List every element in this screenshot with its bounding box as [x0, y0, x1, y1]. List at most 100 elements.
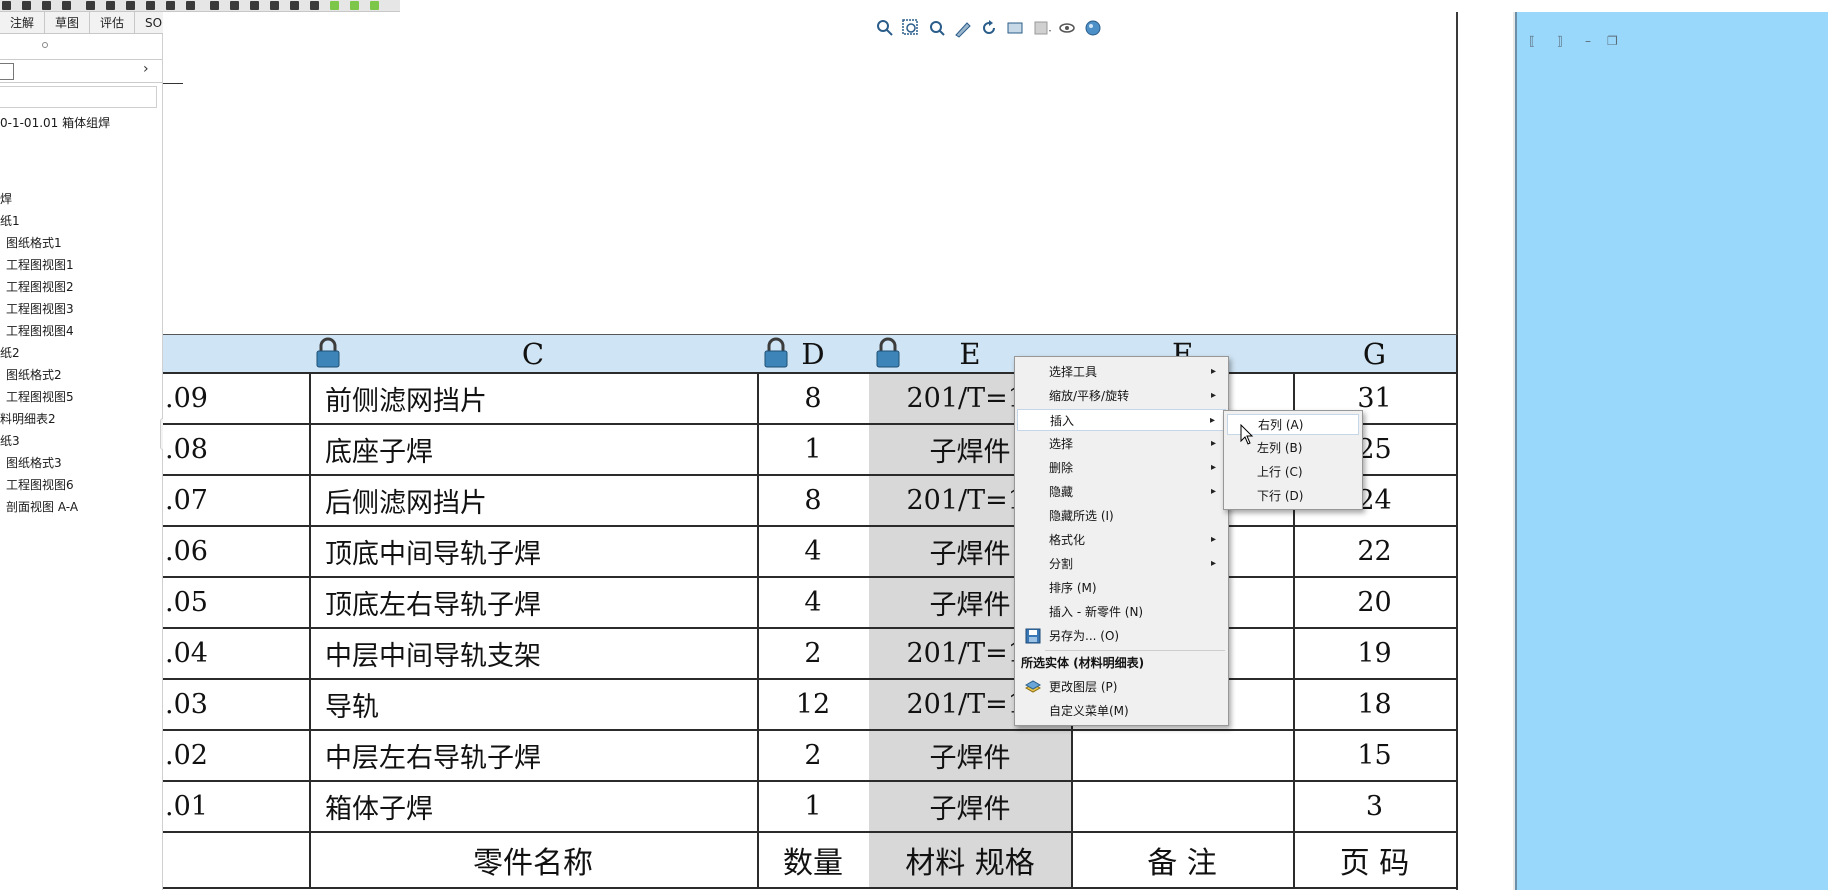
- bom-cell[interactable]: [1071, 731, 1295, 782]
- hide-show-icon[interactable]: [1057, 18, 1077, 38]
- tree-item[interactable]: 工程图视图6: [6, 476, 74, 494]
- bom-cell[interactable]: 前侧滤网挡片: [309, 374, 759, 425]
- bom-cell[interactable]: .05: [163, 578, 311, 629]
- toolbar-button-icon[interactable]: [106, 1, 115, 10]
- toolbar-button-icon[interactable]: [186, 1, 195, 10]
- tree-item[interactable]: 工程图视图5: [6, 388, 74, 406]
- bom-cell[interactable]: .06: [163, 527, 311, 578]
- command-tab[interactable]: 评估: [90, 12, 136, 34]
- bom-header-cell[interactable]: C: [309, 334, 759, 374]
- bom-cell[interactable]: 12: [757, 680, 871, 731]
- context-menu-item[interactable]: 更改图层 (P): [1017, 676, 1226, 698]
- bom-cell[interactable]: 8: [757, 476, 871, 527]
- bom-cell[interactable]: .03: [163, 680, 311, 731]
- toolbar-button-icon[interactable]: [86, 1, 95, 10]
- bom-header-cell[interactable]: G: [1293, 334, 1458, 374]
- bom-cell[interactable]: 4: [757, 578, 871, 629]
- toolbar-button-icon[interactable]: [370, 1, 379, 10]
- tree-root[interactable]: 0-1-01.01 箱体组焊: [0, 114, 110, 132]
- tree-item[interactable]: 图纸格式2: [6, 366, 62, 384]
- context-menu-item[interactable]: 选择 ▸: [1017, 433, 1226, 455]
- toolbar-button-icon[interactable]: [22, 1, 31, 10]
- bom-cell[interactable]: 2: [757, 731, 871, 782]
- zoom-to-fit-icon[interactable]: [875, 18, 895, 38]
- toolbar-button-icon[interactable]: [126, 1, 135, 10]
- lock-icon[interactable]: [873, 337, 903, 369]
- bom-footer-cell[interactable]: 备 注: [1071, 833, 1295, 889]
- tree-item[interactable]: 工程图视图4: [6, 322, 74, 340]
- bom-cell[interactable]: 2: [757, 629, 871, 680]
- feature-tree-tab[interactable]: [0, 63, 14, 80]
- bom-cell[interactable]: 4: [757, 527, 871, 578]
- bom-cell[interactable]: 导轨: [309, 680, 759, 731]
- bom-cell[interactable]: .04: [163, 629, 311, 680]
- submenu-item[interactable]: 上行 (C): [1227, 462, 1359, 483]
- context-menu-item[interactable]: 排序 (M): [1017, 577, 1226, 599]
- toolbar-button-icon[interactable]: [310, 1, 319, 10]
- toolbar-button-icon[interactable]: [250, 1, 259, 10]
- bom-cell[interactable]: [1071, 782, 1295, 833]
- context-menu-item[interactable]: 选择工具 ▸: [1017, 361, 1226, 383]
- command-tab[interactable]: 注解: [0, 12, 46, 34]
- toolbar-button-icon[interactable]: [270, 1, 279, 10]
- bom-cell[interactable]: 20: [1293, 578, 1458, 629]
- bom-cell[interactable]: .09: [163, 374, 311, 425]
- context-menu-item[interactable]: 隐藏 ▸: [1017, 481, 1226, 503]
- bom-cell[interactable]: 15: [1293, 731, 1458, 782]
- context-menu-item[interactable]: 插入 ▸: [1017, 409, 1226, 431]
- bom-cell[interactable]: 22: [1293, 527, 1458, 578]
- toolbar-button-icon[interactable]: [2, 1, 11, 10]
- bom-cell[interactable]: 1: [757, 782, 871, 833]
- context-menu-item[interactable]: 删除 ▸: [1017, 457, 1226, 479]
- chevron-right-icon[interactable]: ›: [143, 61, 149, 77]
- pane-forward-icon[interactable]: ⟧: [1557, 34, 1563, 48]
- toolbar-button-icon[interactable]: [166, 1, 175, 10]
- display-style-icon[interactable]: [1031, 18, 1051, 38]
- toolbar-button-icon[interactable]: [350, 1, 359, 10]
- minimize-icon[interactable]: –: [1585, 34, 1591, 48]
- context-menu-item[interactable]: 自定义菜单(M): [1017, 700, 1226, 722]
- context-menu-item[interactable]: 隐藏所选 (I): [1017, 505, 1226, 527]
- tree-item[interactable]: 焊: [0, 190, 12, 208]
- appearance-icon[interactable]: [1083, 18, 1103, 38]
- lock-icon[interactable]: [761, 337, 791, 369]
- bom-cell[interactable]: 顶底左右导轨子焊: [309, 578, 759, 629]
- tree-item[interactable]: 纸3: [0, 432, 20, 450]
- view-settings-icon[interactable]: [1005, 18, 1025, 38]
- bom-cell[interactable]: 后侧滤网挡片: [309, 476, 759, 527]
- context-menu-item[interactable]: 格式化 ▸: [1017, 529, 1226, 551]
- sketch-tool-icon[interactable]: [953, 18, 973, 38]
- toolbar-button-icon[interactable]: [42, 1, 51, 10]
- toolbar-button-icon[interactable]: [146, 1, 155, 10]
- toolbar-button-icon[interactable]: [330, 1, 339, 10]
- tree-item[interactable]: 剖面视图 A-A: [6, 498, 78, 516]
- bom-cell[interactable]: 中层中间导轨支架: [309, 629, 759, 680]
- bom-cell[interactable]: .02: [163, 731, 311, 782]
- bom-footer-cell[interactable]: 材料 规格: [869, 833, 1073, 889]
- restore-icon[interactable]: ❐: [1607, 34, 1618, 48]
- bom-cell[interactable]: 顶底中间导轨子焊: [309, 527, 759, 578]
- submenu-item[interactable]: 下行 (D): [1227, 486, 1359, 507]
- tree-item[interactable]: 工程图视图1: [6, 256, 74, 274]
- bom-cell[interactable]: 底座子焊: [309, 425, 759, 476]
- bom-footer-cell[interactable]: [163, 833, 311, 889]
- tree-item[interactable]: 料明细表2: [0, 410, 56, 428]
- bom-footer-cell[interactable]: 页 码: [1293, 833, 1458, 889]
- bom-cell[interactable]: .07: [163, 476, 311, 527]
- tree-item[interactable]: 工程图视图3: [6, 300, 74, 318]
- toolbar-button-icon[interactable]: [62, 1, 71, 10]
- tree-filter-input[interactable]: [0, 86, 157, 108]
- context-menu-item[interactable]: 缩放/平移/旋转 ▸: [1017, 385, 1226, 407]
- bom-cell[interactable]: .01: [163, 782, 311, 833]
- toolbar-button-icon[interactable]: [210, 1, 219, 10]
- pane-back-icon[interactable]: ⟦: [1529, 34, 1535, 48]
- tree-item[interactable]: 工程图视图2: [6, 278, 74, 296]
- bom-cell[interactable]: 子焊件: [869, 731, 1073, 782]
- bom-cell[interactable]: 18: [1293, 680, 1458, 731]
- context-menu-item[interactable]: 另存为... (O): [1017, 625, 1226, 647]
- command-tab[interactable]: 草图: [45, 12, 91, 34]
- bom-cell[interactable]: 19: [1293, 629, 1458, 680]
- bom-cell[interactable]: 中层左右导轨子焊: [309, 731, 759, 782]
- panel-grip-icon[interactable]: [42, 42, 48, 48]
- bom-cell[interactable]: .08: [163, 425, 311, 476]
